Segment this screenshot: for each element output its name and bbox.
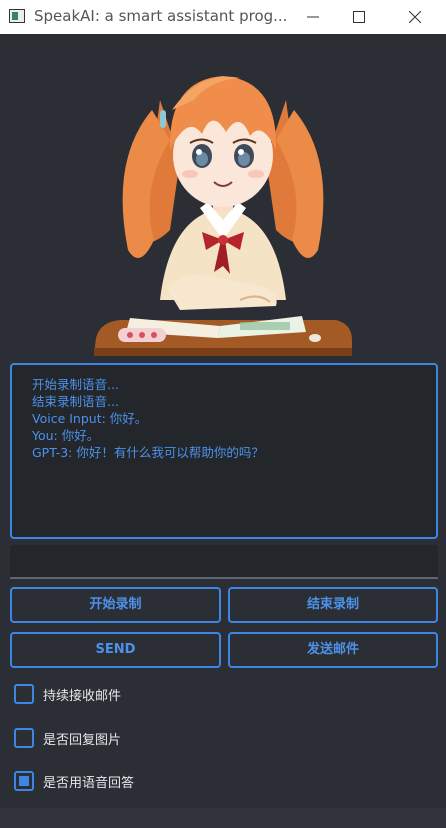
title-bar: SpeakAI: a smart assistant prog...: [0, 0, 446, 34]
checkbox-label: 是否用语音回答: [43, 776, 135, 791]
log-line: Voice Input: 你好。: [32, 411, 148, 426]
checkbox[interactable]: [14, 684, 34, 704]
maximize-button[interactable]: [336, 0, 382, 34]
window-title: SpeakAI: a smart assistant prog...: [34, 7, 288, 25]
close-button[interactable]: [392, 0, 438, 34]
start-recording-button[interactable]: 开始录制: [10, 587, 221, 623]
close-icon: [409, 11, 421, 23]
message-input[interactable]: [10, 545, 438, 579]
log-line: GPT-3: 你好！有什么我可以帮助你的吗？: [32, 445, 264, 460]
app-icon: [9, 9, 25, 23]
checkbox-label: 持续接收邮件: [43, 689, 122, 704]
minimize-button[interactable]: [290, 0, 336, 34]
checkbox-label: 是否回复图片: [43, 733, 122, 748]
log-line: 结束录制语音...: [32, 394, 119, 409]
maximize-icon: [353, 11, 365, 23]
log-line: 开始录制语音...: [32, 377, 119, 392]
minimize-icon: [307, 16, 319, 18]
checkbox[interactable]: [14, 728, 34, 748]
send-mail-button[interactable]: 发送邮件: [228, 632, 438, 668]
send-button[interactable]: SEND: [10, 632, 221, 668]
assistant-avatar-image: [90, 40, 356, 362]
anime-girl-illustration: [94, 76, 352, 356]
conversation-log[interactable]: 开始录制语音... 结束录制语音... Voice Input: 你好。 You…: [10, 363, 438, 539]
status-bar: [0, 808, 446, 828]
stop-recording-button[interactable]: 结束录制: [228, 587, 438, 623]
checkbox[interactable]: [14, 771, 34, 791]
log-line: You: 你好。: [32, 428, 100, 443]
